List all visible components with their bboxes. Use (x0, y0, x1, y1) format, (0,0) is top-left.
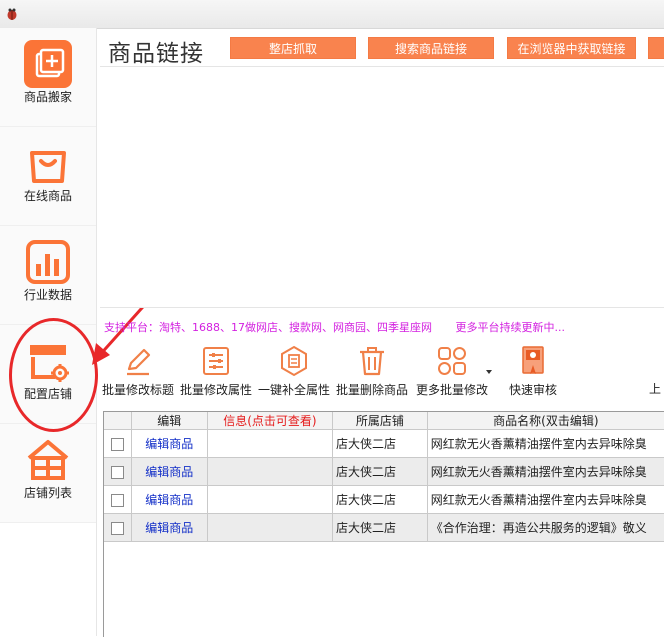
table-row[interactable]: 编辑商品 店大侠二店 《合作治理：再造公共服务的逻辑》敬义 (104, 513, 664, 542)
whole-store-grab-button[interactable]: 整店抓取 (230, 37, 356, 59)
platforms-list: 支持平台：淘特、1688、17做网店、搜款网、网商园、四季星座网 (104, 321, 432, 334)
shop-cell: 店大侠二店 (332, 429, 428, 458)
edit-product-link[interactable]: 编辑商品 (131, 513, 208, 542)
info-cell[interactable] (207, 485, 334, 514)
dropdown-caret-icon[interactable] (486, 370, 492, 374)
toolbar-label: 批量修改标题 (101, 383, 174, 397)
more-batch-edit-dropdown[interactable]: 更多批量修改 (410, 345, 494, 397)
product-links-textarea[interactable] (100, 66, 664, 308)
toolbar-truncated-label[interactable]: 上 (649, 380, 661, 397)
edit-product-link[interactable]: 编辑商品 (131, 485, 208, 514)
app-bug-icon (7, 8, 17, 20)
info-cell[interactable] (207, 513, 334, 542)
table-row[interactable]: 编辑商品 店大侠二店 网红款无火香薰精油摆件室内去异味除臭 (104, 457, 664, 486)
hexagon-document-icon (281, 345, 307, 377)
product-name-cell[interactable]: 网红款无火香薰精油摆件室内去异味除臭 (427, 429, 664, 458)
column-header-shop[interactable]: 所属店铺 (332, 412, 428, 430)
info-cell[interactable] (207, 457, 334, 486)
shop-cell: 店大侠二店 (332, 485, 428, 514)
edit-product-link[interactable]: 编辑商品 (131, 429, 208, 458)
plus-box-icon (24, 40, 72, 88)
product-name-cell[interactable]: 网红款无火香薰精油摆件室内去异味除臭 (427, 485, 664, 514)
product-name-cell[interactable]: 网红款无火香薰精油摆件室内去异味除臭 (427, 457, 664, 486)
sidebar-item-label: 店铺列表 (23, 486, 72, 500)
product-table: 编辑 信息(点击可查看) 所属店铺 商品名称(双击编辑) 编辑商品 店大侠二店 … (103, 411, 664, 637)
shop-cell: 店大侠二店 (332, 457, 428, 486)
page-title: 商品链接 (108, 41, 204, 67)
complete-attributes-button[interactable]: 一键补全属性 (256, 345, 332, 397)
grid-shapes-icon (438, 347, 466, 375)
edit-product-link[interactable]: 编辑商品 (131, 457, 208, 486)
batch-edit-title-button[interactable]: 批量修改标题 (100, 345, 176, 397)
sidebar-item-label: 在线商品 (23, 189, 72, 203)
batch-delete-products-button[interactable]: 批量删除商品 (334, 345, 410, 397)
row-checkbox[interactable] (110, 521, 124, 535)
table-row[interactable]: 编辑商品 店大侠二店 网红款无火香薰精油摆件室内去异味除臭 (104, 429, 664, 458)
bar-chart-icon (26, 240, 70, 284)
column-header-edit[interactable]: 编辑 (131, 412, 208, 430)
row-checkbox[interactable] (110, 465, 124, 479)
column-header-product-name[interactable]: 商品名称(双击编辑) (427, 412, 664, 430)
supported-platforms-text: 支持平台：淘特、1688、17做网店、搜款网、网商园、四季星座网 更多平台持续更… (104, 319, 565, 335)
table-header-row: 编辑 信息(点击可查看) 所属店铺 商品名称(双击编辑) (104, 412, 664, 430)
row-checkbox[interactable] (110, 493, 124, 507)
toolbar-label: 一键补全属性 (257, 383, 330, 397)
toolbar-label: 更多批量修改 (415, 383, 488, 397)
select-column-header[interactable] (104, 412, 132, 430)
column-header-info[interactable]: 信息(点击可查看) (207, 412, 334, 430)
table-row[interactable]: 编辑商品 店大侠二店 网红款无火香薰精油摆件室内去异味除臭 (104, 485, 664, 514)
shopping-bag-icon (30, 151, 66, 183)
more-platforms-note: 更多平台持续更新中... (455, 321, 566, 334)
sidebar-item-online-products[interactable]: 在线商品 (0, 127, 96, 226)
sidebar-item-store-list[interactable]: 店铺列表 (0, 424, 96, 523)
quick-review-button[interactable]: 快速审核 (500, 345, 566, 397)
shop-cell: 店大侠二店 (332, 513, 428, 542)
toolbar-label: 批量修改属性 (179, 383, 252, 397)
search-product-links-button[interactable]: 搜索商品链接 (368, 37, 494, 59)
window-title-bar (0, 0, 664, 29)
store-list-icon (27, 440, 69, 480)
product-name-cell[interactable]: 《合作治理：再造公共服务的逻辑》敬义 (427, 513, 664, 542)
sliders-icon (203, 347, 229, 375)
batch-edit-attributes-button[interactable]: 批量修改属性 (178, 345, 254, 397)
sidebar-item-label: 商品搬家 (23, 90, 72, 104)
toolbar-label: 快速审核 (508, 383, 557, 397)
get-links-in-browser-button[interactable]: 在浏览器中获取链接 (507, 37, 636, 59)
sidebar-item-move-products[interactable]: 商品搬家 (0, 28, 96, 127)
book-check-icon (522, 346, 544, 374)
row-checkbox[interactable] (110, 437, 124, 451)
info-cell[interactable] (207, 429, 334, 458)
pencil-icon (127, 348, 151, 376)
extra-header-button[interactable] (648, 37, 664, 59)
trash-icon (360, 347, 384, 376)
toolbar-label: 批量删除商品 (335, 383, 408, 397)
